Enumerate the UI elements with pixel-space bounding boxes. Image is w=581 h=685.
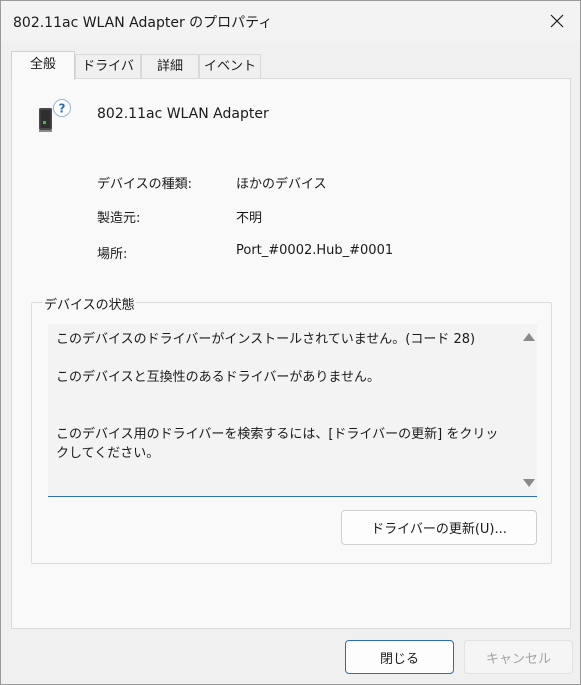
manufacturer-value: 不明 [236, 211, 263, 226]
svg-text:?: ? [59, 102, 66, 116]
tab-driver[interactable]: ドライバー [75, 54, 141, 98]
scroll-up-arrow-icon[interactable] [523, 333, 535, 341]
tab-details[interactable]: 詳細 [141, 54, 199, 79]
location-value: Port_#0002.Hub_#0001 [236, 243, 394, 258]
device-status-label: デバイスの状態 [43, 294, 136, 313]
title-bar: 802.11ac WLAN Adapter のプロパティ [1, 1, 580, 41]
cancel-button[interactable]: キャンセル [464, 640, 573, 674]
device-type-value: ほかのデバイス [236, 177, 327, 192]
device-status-textbox[interactable]: このデバイスのドライバーがインストールされていません。(コード 28) このデバ… [48, 324, 537, 497]
device-status-group: デバイスの状態 このデバイスのドライバーがインストールされていません。(コード … [31, 294, 552, 564]
update-driver-button[interactable]: ドライバーの更新(U)... [341, 510, 537, 545]
window-title: 802.11ac WLAN Adapter のプロパティ [13, 15, 273, 31]
close-button[interactable] [534, 1, 580, 41]
device-status-text: このデバイスのドライバーがインストールされていません。(コード 28) このデバ… [56, 332, 499, 461]
manufacturer-label: 製造元: [97, 211, 141, 226]
unknown-device-icon: ? [39, 99, 71, 132]
properties-dialog: 802.11ac WLAN Adapter のプロパティ 全般 ドライバー 詳細… [0, 0, 581, 685]
device-name: 802.11ac WLAN Adapter [97, 106, 269, 122]
tab-general[interactable]: 全般 [11, 51, 75, 80]
close-dialog-button[interactable]: 閉じる [345, 640, 454, 674]
close-icon [550, 14, 564, 28]
general-tab-panel: ? 802.11ac WLAN Adapter デバイスの種類: ほかのデバイス… [11, 78, 571, 629]
scroll-down-arrow-icon[interactable] [523, 479, 535, 487]
device-type-label: デバイスの種類: [97, 177, 192, 192]
status-scrollbar[interactable] [519, 324, 537, 496]
tab-events[interactable]: イベント [199, 54, 261, 79]
location-label: 場所: [97, 247, 128, 262]
